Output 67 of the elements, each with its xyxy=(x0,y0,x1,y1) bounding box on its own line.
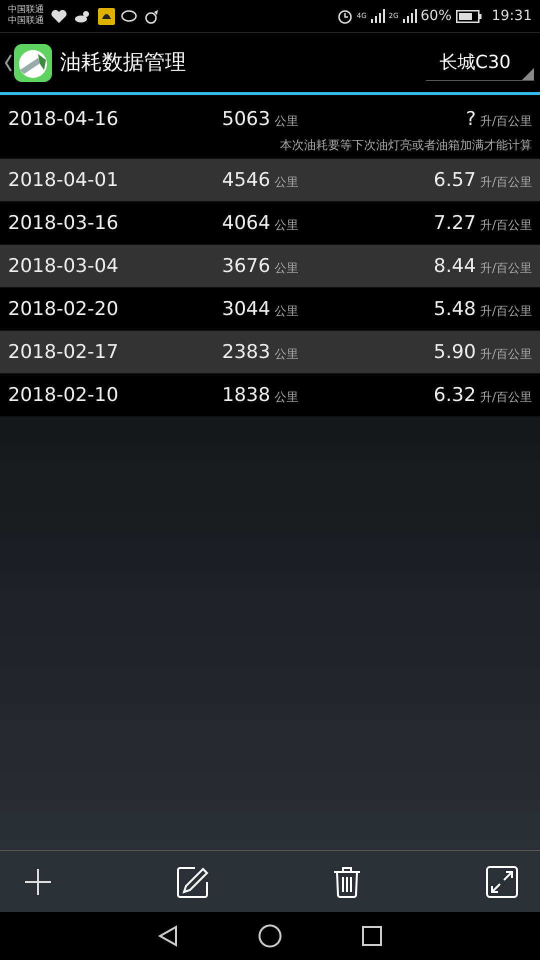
distance-unit: 公里 xyxy=(274,346,298,363)
record-date: 2018-04-16 xyxy=(8,107,120,132)
clock-time: 19:31 xyxy=(492,6,532,26)
distance-unit: 公里 xyxy=(274,260,298,277)
distance-unit: 公里 xyxy=(274,113,298,130)
record-row[interactable]: 2018-04-01 4546 公里 6.57 升/百公里 xyxy=(0,159,540,202)
home-nav-button[interactable] xyxy=(258,924,282,948)
carrier-name: 中国联通 xyxy=(8,16,44,27)
car-selector[interactable]: 长城C30 xyxy=(426,44,534,80)
signal-icon xyxy=(402,9,417,23)
distance-value: 2383 xyxy=(222,340,270,365)
screen-title: 油耗数据管理 xyxy=(60,48,186,76)
fullscreen-button[interactable] xyxy=(484,864,520,900)
consumption-unit: 升/百公里 xyxy=(480,302,532,320)
consumption-unit: 升/百公里 xyxy=(480,113,532,130)
distance-value: 3044 xyxy=(222,296,270,322)
back-icon xyxy=(4,54,12,72)
consumption-value: 5.48 xyxy=(434,296,476,322)
edit-icon xyxy=(176,866,209,898)
plus-icon xyxy=(24,868,52,896)
battery-percent: 60% xyxy=(420,6,452,26)
distance-unit: 公里 xyxy=(274,388,298,406)
app-notification-icon xyxy=(98,8,115,24)
fuel-nozzle-app-icon xyxy=(14,44,52,82)
consumption-unit: 升/百公里 xyxy=(480,174,532,191)
trash-icon xyxy=(333,866,362,898)
record-date: 2018-03-04 xyxy=(8,254,120,279)
consumption-unit: 升/百公里 xyxy=(480,216,532,234)
weather-icon xyxy=(74,9,92,23)
distance-value: 3676 xyxy=(222,254,270,279)
consumption-unit: 升/百公里 xyxy=(480,346,532,363)
signal-icon xyxy=(370,9,385,23)
record-date: 2018-04-01 xyxy=(8,168,120,193)
carrier-name: 中国联通 xyxy=(8,5,44,16)
alarm-icon xyxy=(336,8,353,24)
record-row[interactable]: 2018-03-04 3676 公里 8.44 升/百公里 xyxy=(0,245,540,288)
battery-icon xyxy=(456,10,482,22)
record-date: 2018-02-17 xyxy=(8,340,120,365)
home-circle-icon xyxy=(258,924,282,948)
consumption-value: ? xyxy=(466,107,476,132)
record-date: 2018-02-20 xyxy=(8,296,120,322)
distance-value: 4064 xyxy=(222,210,270,236)
consumption-value: 6.32 xyxy=(434,382,476,408)
heart-icon xyxy=(50,8,68,24)
consumption-value: 5.90 xyxy=(434,340,476,365)
record-row[interactable]: 2018-02-17 2383 公里 5.90 升/百公里 xyxy=(0,331,540,374)
distance-unit: 公里 xyxy=(274,216,298,234)
record-date: 2018-03-16 xyxy=(8,210,120,236)
chat-icon xyxy=(121,8,139,24)
consumption-value: 8.44 xyxy=(434,254,476,279)
recents-nav-button[interactable] xyxy=(362,926,382,946)
back-nav-button[interactable] xyxy=(158,925,178,947)
dropdown-corner-icon xyxy=(522,68,534,80)
expand-icon xyxy=(486,866,518,898)
distance-value: 5063 xyxy=(222,107,270,132)
consumption-unit: 升/百公里 xyxy=(480,388,532,406)
record-date: 2018-02-10 xyxy=(8,382,120,408)
distance-value: 4546 xyxy=(222,168,270,193)
back-triangle-icon xyxy=(158,925,178,947)
consumption-value: 6.57 xyxy=(434,168,476,193)
consumption-unit: 升/百公里 xyxy=(480,260,532,277)
distance-unit: 公里 xyxy=(274,302,298,320)
recents-square-icon xyxy=(362,926,382,946)
record-note: 本次油耗要等下次油灯亮或者油箱加满才能计算 xyxy=(280,136,532,154)
consumption-value: 7.27 xyxy=(434,210,476,236)
distance-unit: 公里 xyxy=(274,174,298,191)
distance-value: 1838 xyxy=(222,382,270,408)
